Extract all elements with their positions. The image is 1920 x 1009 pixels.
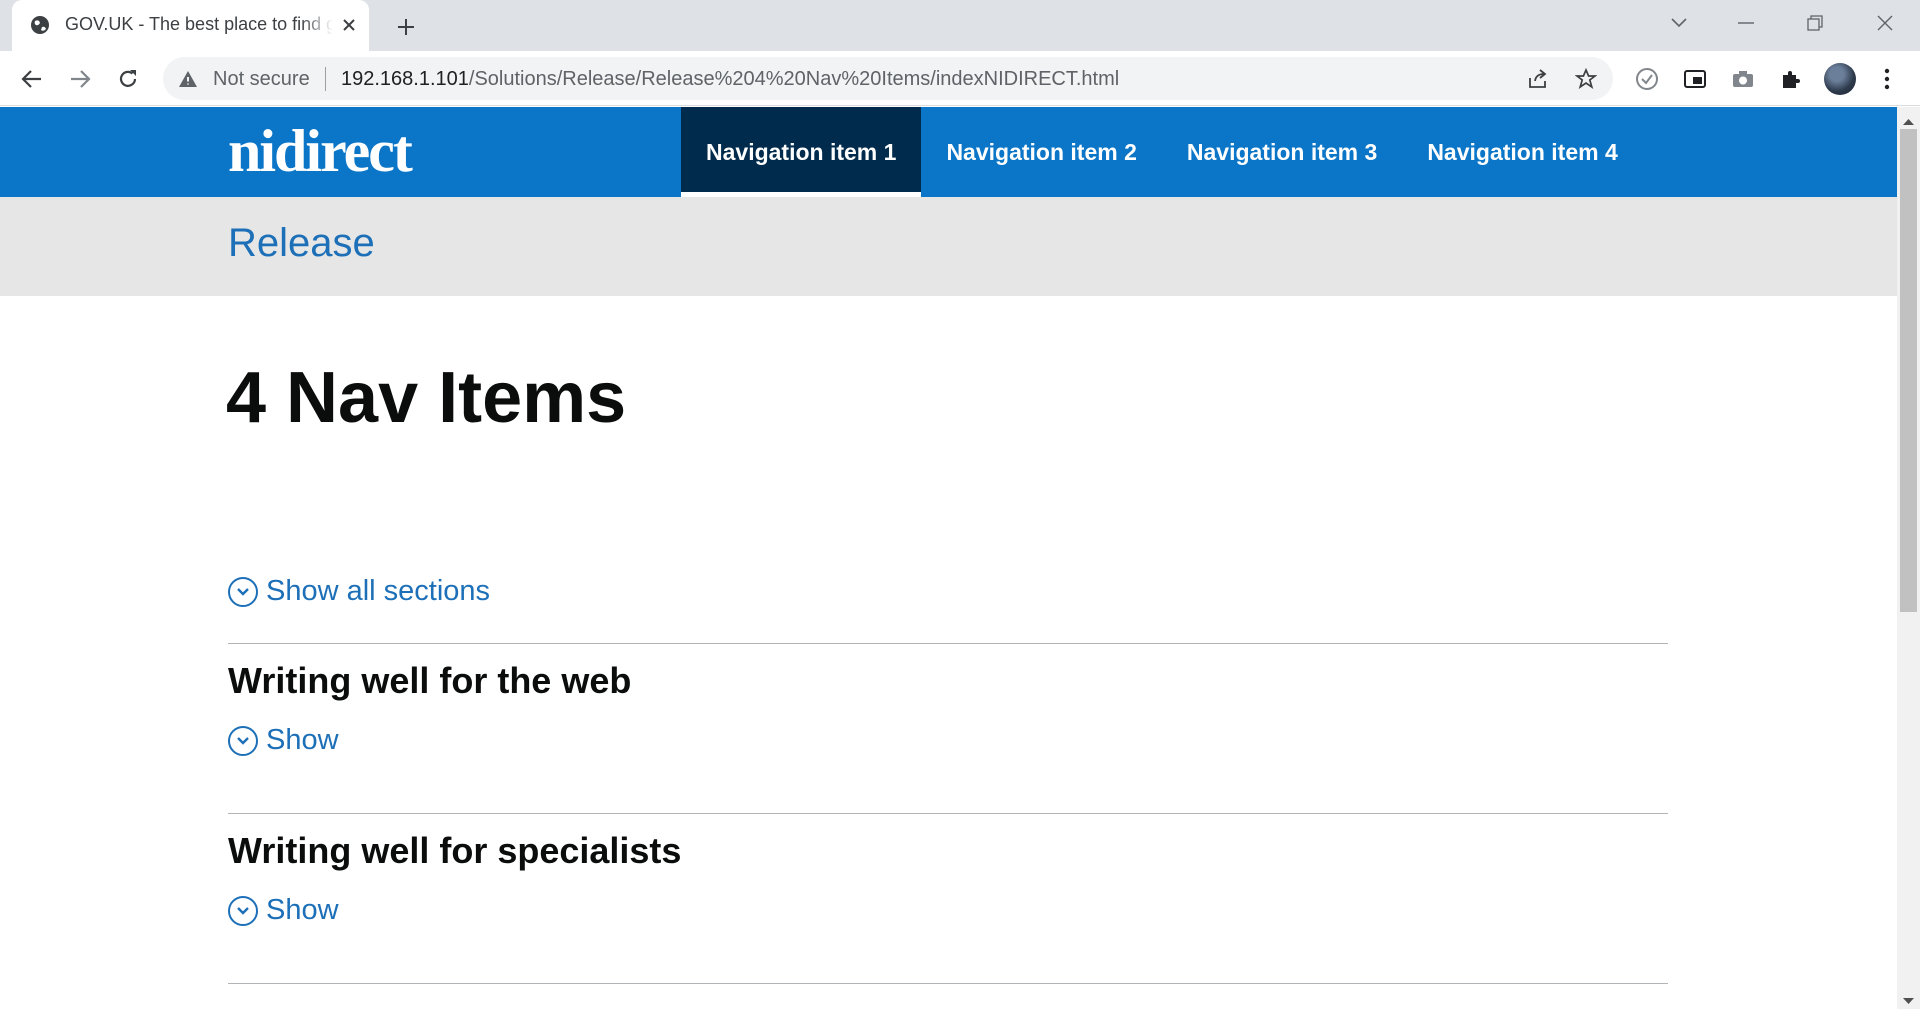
section-1-show-label: Show <box>266 724 339 756</box>
page-viewport: nidirect Navigation item 1 Navigation it… <box>0 107 1897 1009</box>
picture-in-picture-icon[interactable] <box>1680 64 1710 94</box>
scrollbar-thumb[interactable] <box>1900 129 1917 612</box>
nav-item-3[interactable]: Navigation item 3 <box>1162 107 1402 197</box>
nav-item-4[interactable]: Navigation item 4 <box>1402 107 1642 197</box>
show-all-sections-button[interactable]: Show all sections <box>228 575 490 608</box>
section-title-2[interactable]: Writing well for specialists <box>228 830 681 872</box>
site-logo[interactable]: nidirect <box>228 121 413 181</box>
browser-toolbar: Not secure 192.168.1.101/Solutions/Relea… <box>0 51 1920 106</box>
section-divider <box>228 813 1668 814</box>
minimize-icon[interactable] <box>1726 8 1766 38</box>
page-title: 4 Nav Items <box>226 358 627 438</box>
forward-icon[interactable] <box>65 64 95 94</box>
site-header: nidirect Navigation item 1 Navigation it… <box>0 107 1897 197</box>
section-1-show-button[interactable]: Show <box>228 724 339 757</box>
release-bar: Release <box>0 197 1897 296</box>
nav-item-1[interactable]: Navigation item 1 <box>681 107 922 197</box>
new-tab-icon[interactable] <box>392 13 420 41</box>
chevron-down-icon <box>228 725 258 756</box>
main-navigation: Navigation item 1 Navigation item 2 Navi… <box>681 107 1643 197</box>
close-tab-icon[interactable] <box>337 13 361 37</box>
url-divider <box>325 67 326 91</box>
close-window-icon[interactable] <box>1865 8 1905 38</box>
camera-icon[interactable] <box>1728 64 1758 94</box>
browser-tab[interactable]: GOV.UK - The best place to find governme… <box>12 0 369 51</box>
url-text[interactable]: 192.168.1.101/Solutions/Release/Release%… <box>341 68 1119 91</box>
tab-search-icon[interactable] <box>1659 8 1699 38</box>
tab-title: GOV.UK - The best place to find governme… <box>65 14 333 34</box>
url-path: /Solutions/Release/Release%204%20Nav%20I… <box>468 68 1120 90</box>
back-icon[interactable] <box>17 64 47 94</box>
address-bar[interactable]: Not secure 192.168.1.101/Solutions/Relea… <box>163 57 1613 100</box>
section-divider <box>228 643 1668 644</box>
globe-icon <box>30 15 50 35</box>
page-scrollbar[interactable] <box>1897 107 1920 1009</box>
show-all-label: Show all sections <box>266 575 491 607</box>
bookmark-star-icon[interactable] <box>1574 67 1598 91</box>
reload-icon[interactable] <box>113 64 143 94</box>
section-title-1[interactable]: Writing well for the web <box>228 660 631 702</box>
profile-avatar[interactable] <box>1824 63 1856 95</box>
url-host: 192.168.1.101 <box>341 68 469 90</box>
extensions-puzzle-icon[interactable] <box>1776 64 1806 94</box>
chevron-down-icon <box>228 895 258 926</box>
nav-item-2[interactable]: Navigation item 2 <box>921 107 1161 197</box>
release-link[interactable]: Release <box>228 221 375 266</box>
share-icon[interactable] <box>1526 67 1550 91</box>
security-label[interactable]: Not secure <box>213 68 310 91</box>
chevron-down-icon <box>228 576 258 607</box>
menu-kebab-icon[interactable] <box>1872 64 1902 94</box>
section-2-show-label: Show <box>266 894 339 926</box>
section-2-show-button[interactable]: Show <box>228 894 339 927</box>
scroll-down-arrow-icon[interactable] <box>1903 992 1914 1009</box>
restore-icon[interactable] <box>1795 8 1835 38</box>
tab-strip: GOV.UK - The best place to find governme… <box>0 0 1920 51</box>
extension-check-icon[interactable] <box>1632 64 1662 94</box>
warning-icon[interactable] <box>178 69 198 89</box>
section-divider <box>228 983 1668 984</box>
